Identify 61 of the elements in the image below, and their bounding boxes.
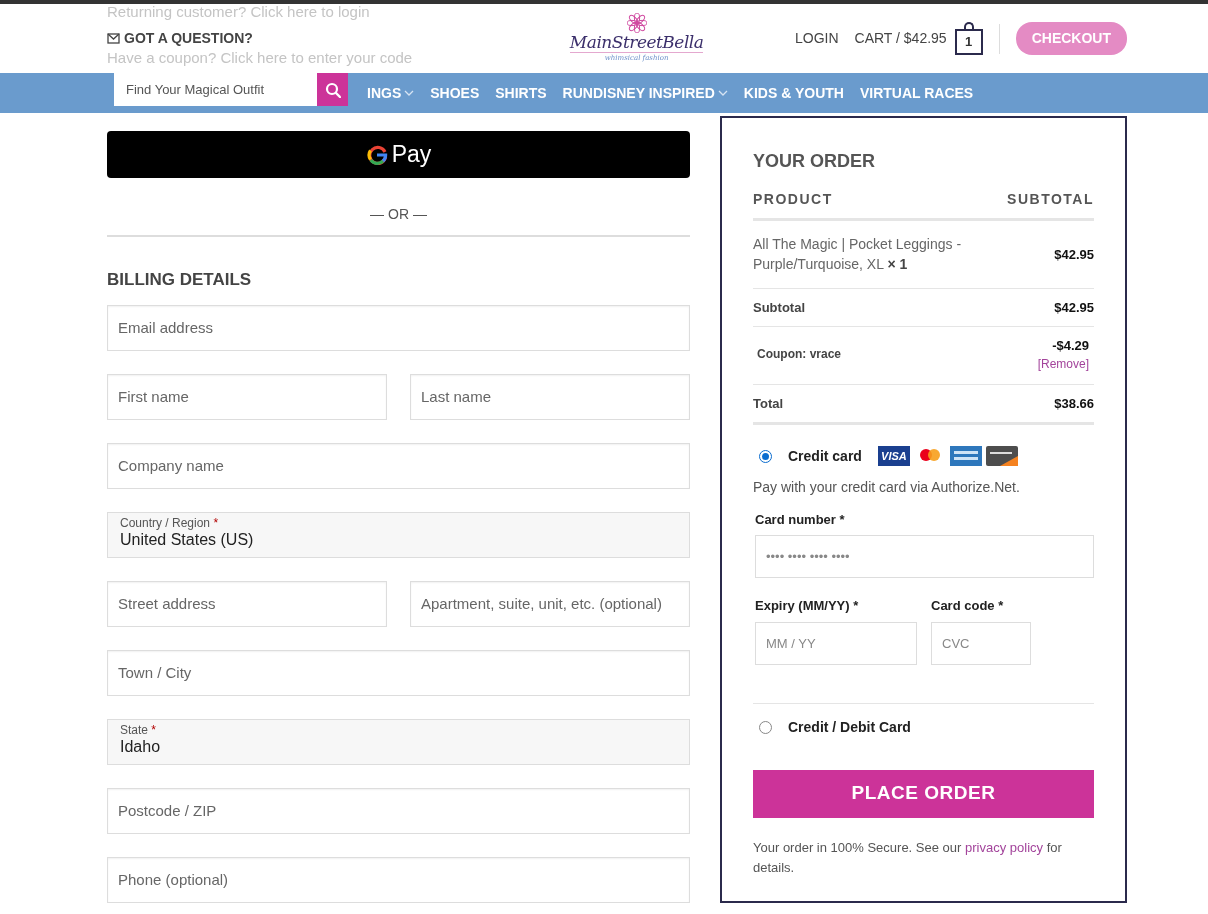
card-logo: VISA [877,446,910,467]
total-label: Total [753,395,784,414]
input-field[interactable]: Last name [410,373,690,420]
logo-text[interactable]: MainStreetBella [569,33,704,54]
google-g-icon [365,143,388,166]
input-field[interactable]: First name [107,373,387,420]
card-logo-icon [985,446,1018,467]
card-logo-icon [949,446,982,467]
mail-icon [107,32,120,45]
input-field[interactable]: Postcode / ZIP [107,787,690,834]
notice-text: Have a coupon? Click here to enter your code [107,49,413,66]
radio-button[interactable] [759,720,772,734]
field-label: Card number * [755,510,846,529]
field-value: United States (US) [120,530,255,550]
select-field[interactable]: State * Idaho [107,718,690,765]
search-icon [324,81,341,98]
login-link[interactable]: LOGIN [795,28,839,49]
cart-link[interactable]: CART / $42.95 [854,28,947,49]
remove-link[interactable]: [Remove] [1037,355,1089,374]
subtotal-value: $42.95 [1054,299,1094,318]
payment-option-label[interactable]: Credit / Debit Card [788,716,911,738]
payment-option-label[interactable]: Credit card [788,445,862,467]
discount-value: -$4.29 [1052,336,1089,355]
coupon-label: Coupon: vrace [757,346,841,364]
question-link[interactable]: GOT A QUESTION? [124,28,253,49]
input-field[interactable]: Street address [107,580,387,627]
input-field[interactable]: Email address [107,304,690,351]
search-button[interactable] [317,73,348,106]
required-mark: * [213,515,219,530]
input-field[interactable]: Apartment, suite, unit, etc. (optional) [410,580,690,627]
product-price: $42.95 [1054,245,1094,264]
column-header: SUBTOTAL [1007,190,1094,209]
flower-logo-icon [626,13,647,34]
input-field[interactable]: Phone (optional) [107,856,690,903]
search-field[interactable]: Find Your Magical Outfit [114,73,318,106]
place-order-button[interactable]: PLACE ORDER [753,769,1094,818]
input-field[interactable]: •••• •••• •••• •••• [755,535,1094,579]
select-field[interactable]: Country / Region * United States (US) [107,511,690,558]
input-field[interactable]: CVC [931,621,1031,665]
privacy-policy-link[interactable]: privacy policy [965,839,1044,855]
payment-description: Pay with your credit card via Authorize.Net. [753,477,1021,497]
column-header: PRODUCT [753,190,833,209]
separator-text: — OR — [369,205,428,224]
input-field[interactable]: Company name [107,442,690,489]
security-note: Your order in 100% Secure. See our privacy policy for details. [753,838,1063,878]
input-field[interactable]: MM / YY [755,621,917,665]
google-pay-button[interactable]: Pay [107,131,690,178]
radio-button[interactable] [759,449,772,463]
field-label: Expiry (MM/YY) * [755,597,860,616]
section-heading: YOUR ORDER [753,150,876,173]
notice-text: Returning customer? Click here to login [107,3,370,20]
subtotal-label: Subtotal [753,299,805,318]
field-value: Idaho [120,736,162,757]
product-name: All The Magic | Pocket Leggings - Purple/Turquoise, XL × 1 [753,235,963,274]
required-mark: * [151,722,157,737]
section-heading: BILLING DETAILS [107,269,253,291]
total-value: $38.66 [1054,395,1094,414]
field-label: Country / Region * [120,515,220,530]
input-field[interactable]: Town / City [107,649,690,696]
field-label: Card code * [931,597,1005,616]
field-label: State * [120,722,158,737]
